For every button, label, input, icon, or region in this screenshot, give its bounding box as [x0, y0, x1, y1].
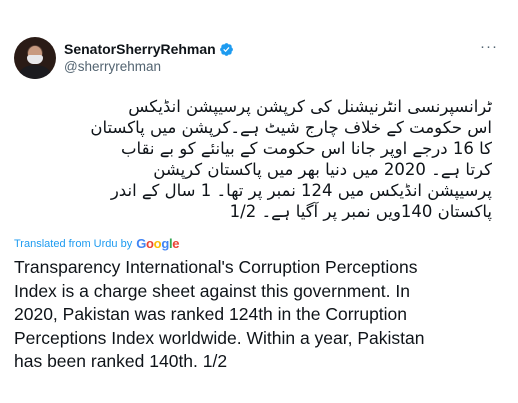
tweet-text-original: ٹرانسپرنسی انٹرنیشنل کی کرپشن پرسیپشن ان…	[90, 97, 492, 221]
user-handle[interactable]: @sherryrehman	[64, 59, 234, 74]
avatar-shoulders	[19, 65, 51, 79]
author-info[interactable]: SenatorSherryRehman @sherryrehman	[64, 40, 234, 74]
tweet-card: SenatorSherryRehman @sherryrehman ··· ٹر…	[0, 0, 518, 403]
translation-provider-logo: Google	[136, 236, 180, 251]
tweet-header: SenatorSherryRehman @sherryrehman ···	[14, 37, 504, 81]
translation-attribution[interactable]: Translated from Urdu by Google	[14, 236, 180, 251]
verified-badge-icon	[219, 42, 233, 56]
tweet-text-translated: Transparency International's Corruption …	[14, 257, 425, 371]
more-options-icon[interactable]: ···	[480, 39, 498, 54]
avatar-face-mask	[27, 55, 43, 64]
translated-from-label: Translated from Urdu by	[14, 237, 133, 250]
display-name[interactable]: SenatorSherryRehman	[64, 41, 216, 57]
profile-avatar[interactable]	[14, 37, 56, 79]
display-name-row: SenatorSherryRehman	[64, 40, 234, 58]
